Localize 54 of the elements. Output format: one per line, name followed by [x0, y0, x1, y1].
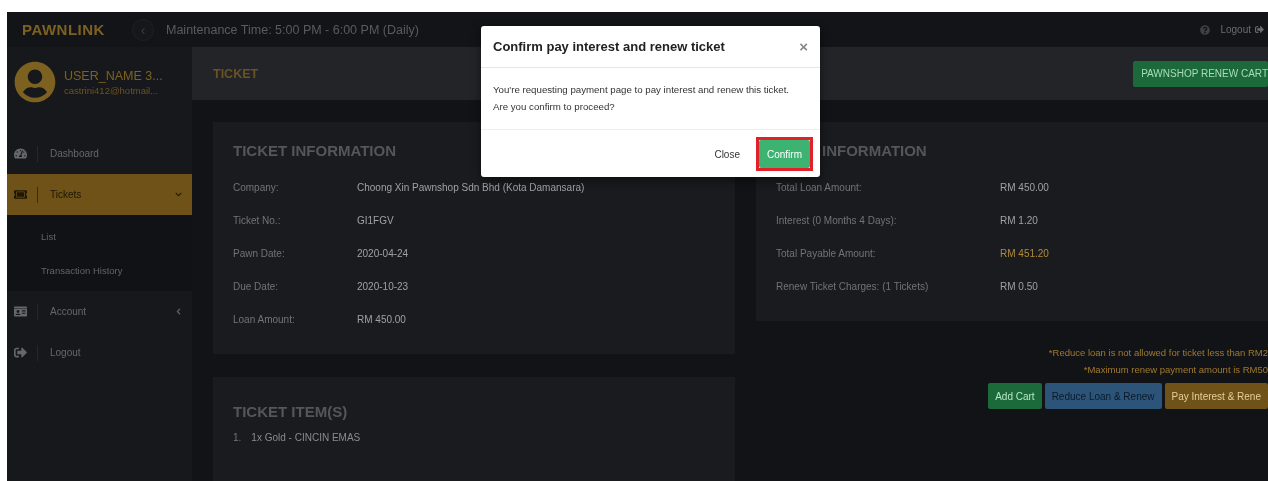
nav-item[interactable]: Dashboard — [7, 133, 192, 174]
field-value: Choong Xin Pawnshop Sdn Bhd (Kota Damansara) — [357, 182, 586, 193]
field-value: 2020-10-23 — [357, 281, 410, 292]
dialog-message: You're requesting payment page to pay interest and renew this ticket. Are you confirm to proceed? — [481, 68, 820, 130]
nav-subitem[interactable]: Transaction History — [7, 253, 192, 287]
dashboard-icon — [14, 147, 27, 160]
action-button[interactable]: Add Cart — [988, 383, 1042, 409]
close-button[interactable]: × — [799, 38, 808, 55]
renew-cart-button[interactable]: PAWNSHOP RENEW CART — [1133, 60, 1268, 87]
item-text: 1x Gold - CINCIN EMAS — [251, 432, 361, 443]
card-title: INFORMATION — [822, 142, 927, 159]
note-text: *Reduce loan is not allowed for ticket less than RM2 — [1048, 347, 1268, 358]
confirm-button[interactable]: Confirm — [759, 140, 810, 168]
field-value: RM 450.00 — [357, 314, 407, 325]
field-value: RM 0.50 — [1000, 281, 1039, 292]
field-label: Due Date: — [233, 281, 280, 292]
logout-icon — [1255, 25, 1264, 34]
ticket-icon — [14, 188, 27, 201]
nav-item[interactable]: Account — [7, 291, 192, 332]
field-label: Interest (0 Months 4 Days): — [776, 215, 898, 226]
field-label: Total Payable Amount: — [776, 248, 877, 259]
field-label: Loan Amount: — [233, 314, 296, 325]
logout-icon — [14, 346, 27, 359]
field-value: RM 451.20 — [1000, 248, 1050, 259]
page-title: TICKET — [213, 66, 259, 81]
nav-subitem[interactable]: List — [7, 219, 192, 253]
card-title: TICKET INFORMATION — [233, 142, 397, 159]
field-value: RM 450.00 — [1000, 182, 1050, 193]
maintenance-notice: Maintenance Time: 5:00 PM - 6:00 PM (Daily) — [166, 22, 419, 37]
avatar-icon — [14, 61, 56, 103]
logout-link[interactable]: Logout — [1220, 24, 1264, 35]
user-email: castrini412@hotmail... — [64, 84, 160, 96]
field-value: GI1FGV — [357, 215, 395, 226]
nav-item[interactable]: Tickets — [7, 174, 192, 215]
brand-logo: PAWNLINK — [22, 21, 106, 38]
field-value: RM 1.20 — [1000, 215, 1039, 226]
user-name: USER_NAME 3... — [64, 68, 163, 83]
dialog-title: Confirm pay interest and renew ticket — [493, 39, 725, 54]
back-button[interactable]: ‹ — [132, 18, 154, 41]
field-label: Ticket No.: — [233, 215, 282, 226]
note-text: *Maximum renew payment amount is RM50 — [1083, 364, 1268, 375]
item-number: 1. — [233, 432, 242, 443]
action-button[interactable]: Pay Interest & Rene — [1164, 383, 1268, 409]
field-label: Renew Ticket Charges: (1 Tickets) — [776, 281, 930, 292]
field-label: Total Loan Amount: — [776, 182, 863, 193]
help-icon[interactable] — [1200, 24, 1211, 35]
id-card-icon — [14, 305, 27, 318]
field-label: Pawn Date: — [233, 248, 286, 259]
text-button[interactable]: Close — [706, 140, 748, 168]
action-button[interactable]: Reduce Loan & Renew — [1044, 383, 1162, 409]
field-label: Company: — [233, 182, 280, 193]
nav-item[interactable]: Logout — [7, 332, 192, 373]
field-value: 2020-04-24 — [357, 248, 410, 259]
card-title: TICKET ITEM(S) — [233, 403, 348, 420]
